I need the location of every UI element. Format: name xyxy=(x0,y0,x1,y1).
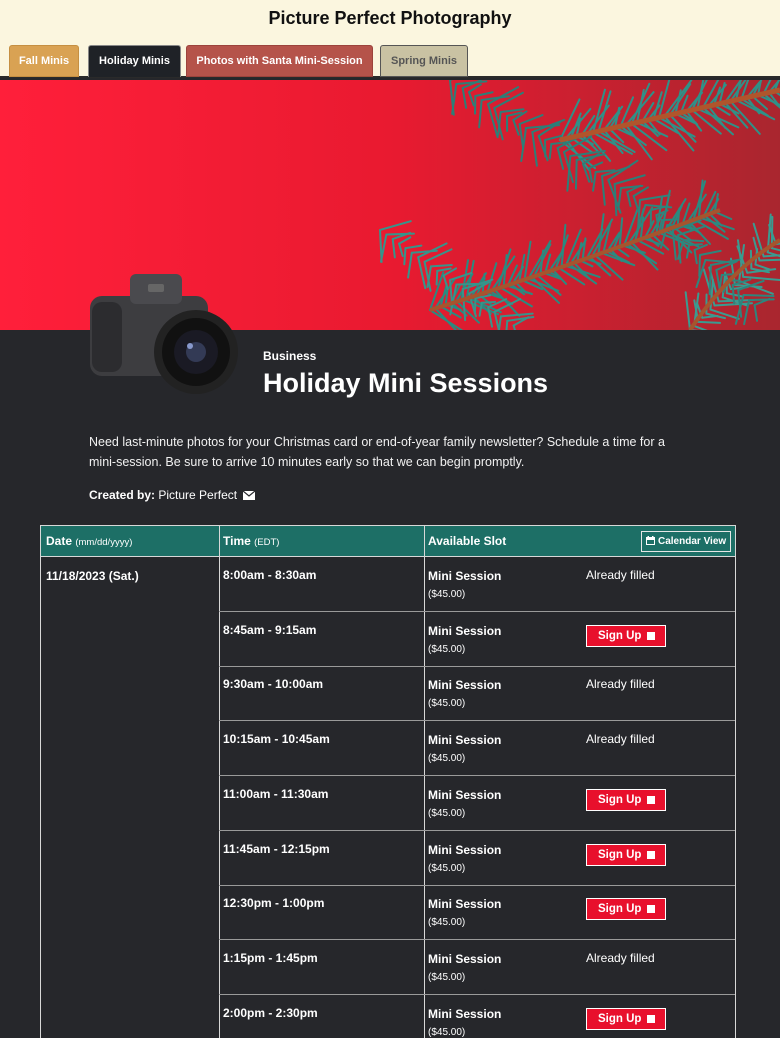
table-header: Date (mm/dd/yyyy) Time (EDT) Available S… xyxy=(41,526,735,557)
slot-name: Mini Session xyxy=(428,787,502,802)
table-row: 2:00pm - 2:30pm Mini Session ($45.00) Sign … xyxy=(219,995,735,1038)
table-row: 1:15pm - 1:45pm Mini Session ($45.00) Alrea… xyxy=(219,940,735,995)
time-cell: 10:15am - 10:45am xyxy=(223,732,330,747)
status-filled: Already filled xyxy=(586,950,655,965)
created-by-name: Picture Perfect xyxy=(158,488,238,502)
slot-name: Mini Session xyxy=(428,678,502,693)
tab-holiday-minis[interactable]: Holiday Minis xyxy=(88,45,181,77)
calendar-icon xyxy=(646,536,655,545)
time-cell: 8:45am - 9:15am xyxy=(223,622,317,637)
time-cell: 1:15pm - 1:45pm xyxy=(223,950,318,965)
time-cell: 11:00am - 11:30am xyxy=(223,786,329,801)
col-slot-header: Available Slot xyxy=(428,534,507,548)
time-cell: 8:00am - 8:30am xyxy=(223,568,317,582)
status-filled: Already filled xyxy=(586,568,655,582)
slot-price: ($45.00) xyxy=(428,753,466,765)
tab-fall-minis[interactable]: Fall Minis xyxy=(9,45,79,77)
time-cell: 12:30pm - 1:00pm xyxy=(223,896,325,911)
slot-price: ($45.00) xyxy=(428,589,466,600)
event-description: Need last-minute photos for your Christm… xyxy=(89,435,665,469)
slot-name: Mini Session xyxy=(428,569,502,583)
status-filled: Already filled xyxy=(586,677,655,692)
table-row: 8:45am - 9:15am Mini Session ($45.00) Sign … xyxy=(219,612,735,667)
slot-name: Mini Session xyxy=(428,1006,502,1021)
time-cell: 2:00pm - 2:30pm xyxy=(223,1005,318,1020)
signup-table: Date (mm/dd/yyyy) Time (EDT) Available S… xyxy=(40,525,736,1038)
signup-button[interactable]: Sign Up xyxy=(586,788,666,811)
col-date-header: Date (mm/dd/yyyy) xyxy=(46,534,133,548)
date-cell: 11/18/2023 (Sat.) xyxy=(46,569,139,583)
checkbox-icon xyxy=(647,795,655,804)
slot-price: ($45.00) xyxy=(428,698,466,710)
page-title: Holiday Mini Sessions xyxy=(263,368,549,398)
slot-price: ($45.00) xyxy=(428,862,466,874)
slot-price: ($45.00) xyxy=(428,1026,466,1038)
created-by-label: Created by: xyxy=(89,488,156,502)
signup-button[interactable]: Sign Up xyxy=(586,1007,666,1030)
site-header: Picture Perfect Photography Fall Minis H… xyxy=(0,0,780,78)
checkbox-icon xyxy=(647,905,655,914)
table-row: 9:30am - 10:00am Mini Session ($45.00) Alre… xyxy=(219,666,735,722)
checkbox-icon xyxy=(647,1014,655,1023)
signup-button[interactable]: Sign Up xyxy=(586,898,666,921)
tab-spring-minis[interactable]: Spring Minis xyxy=(380,45,468,77)
slot-name: Mini Session xyxy=(428,842,502,857)
table-row: 12:30pm - 1:00pm Mini Session ($45.00) Sign… xyxy=(219,885,735,941)
slot-price: ($45.00) xyxy=(428,971,466,983)
created-by: Created by: Picture Perfect xyxy=(89,488,256,502)
tab-photos-with-santa[interactable]: Photos with Santa Mini-Session xyxy=(186,45,373,77)
slot-name: Mini Session xyxy=(428,897,502,912)
time-cell: 11:45am - 12:15pm xyxy=(223,841,330,856)
slot-name: Mini Session xyxy=(428,951,502,966)
status-filled: Already filled xyxy=(586,732,655,747)
table-row: 11:00am - 11:30am Mini Session ($45.00) Sig… xyxy=(219,776,735,831)
signup-button[interactable]: Sign Up xyxy=(586,843,666,866)
signup-button[interactable]: Sign Up xyxy=(586,624,666,647)
envelope-icon[interactable] xyxy=(243,491,256,500)
checkbox-icon xyxy=(647,850,655,859)
table-row: 10:15am - 10:45am Mini Session ($45.00) Alr… xyxy=(219,721,735,777)
slot-price: ($45.00) xyxy=(428,807,466,819)
site-title: Picture Perfect Photography xyxy=(268,8,512,28)
slot-price: ($45.00) xyxy=(428,917,466,929)
table-row: 11:45am - 12:15pm Mini Session ($45.00) Sig… xyxy=(219,831,735,886)
slot-name: Mini Session xyxy=(428,733,502,748)
calendar-view-button[interactable]: Calendar View xyxy=(641,531,731,552)
event-category: Business xyxy=(263,349,317,363)
checkbox-icon xyxy=(647,631,655,640)
time-cell: 9:30am - 10:00am xyxy=(223,677,324,692)
camera-icon xyxy=(90,274,238,394)
slot-name: Mini Session xyxy=(428,623,502,638)
slot-price: ($45.00) xyxy=(428,643,466,655)
col-time-header: Time (EDT) xyxy=(223,534,280,548)
table-row: 8:00am - 8:30am Mini Session ($45.00) Alrea… xyxy=(219,557,735,612)
